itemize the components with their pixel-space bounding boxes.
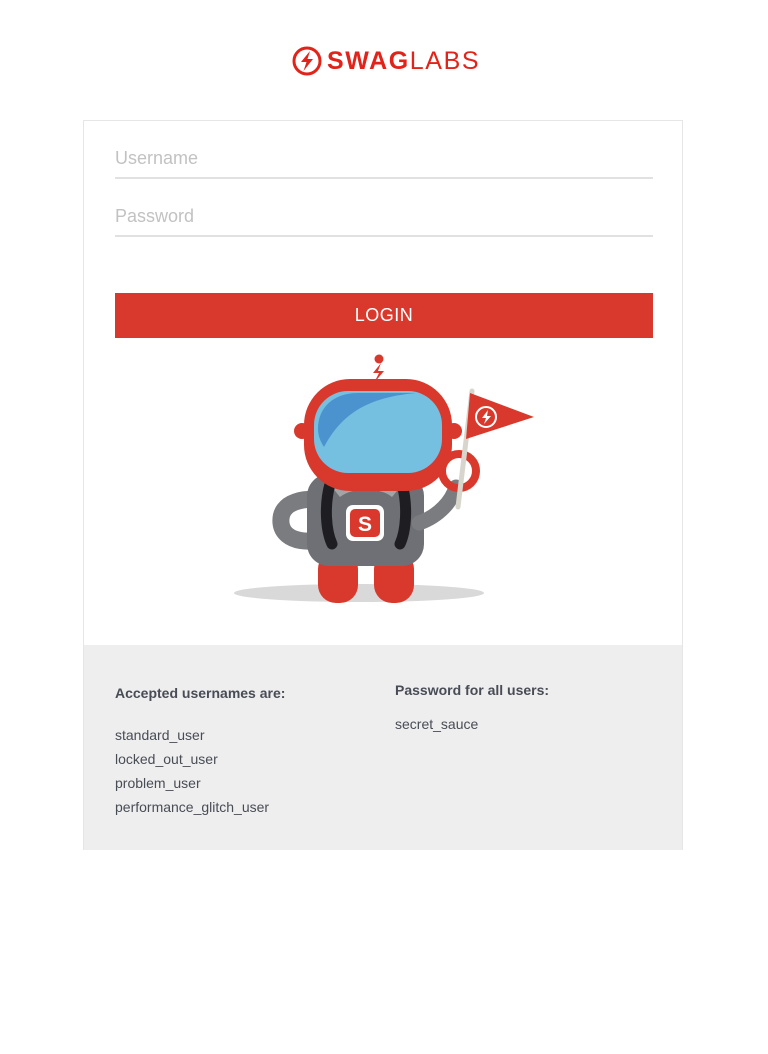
usernames-heading: Accepted usernames are: xyxy=(115,685,286,701)
login-button[interactable]: LOGIN xyxy=(115,293,653,338)
svg-text:S: S xyxy=(358,513,372,536)
swag-labs-logo-icon xyxy=(292,46,322,76)
mascot-antenna-tip xyxy=(374,354,384,364)
app-logo: SWAGLABS xyxy=(292,44,480,78)
app-title-primary: SWAG xyxy=(327,47,410,75)
header: SWAGLABS xyxy=(0,0,768,120)
login-card: LOGIN S Accept xyxy=(83,120,683,850)
username-item: problem_user xyxy=(115,775,201,791)
mascot-backpack-strap-right xyxy=(394,478,412,550)
username-input[interactable] xyxy=(115,139,653,179)
password-item: secret_sauce xyxy=(395,716,479,732)
username-item: performance_glitch_user xyxy=(115,799,270,815)
username-item: locked_out_user xyxy=(115,751,218,767)
mascot-shadow xyxy=(234,584,484,602)
app-title-secondary: LABS xyxy=(409,47,481,75)
app-title: SWAGLABS xyxy=(327,46,480,76)
username-item: standard_user xyxy=(115,727,205,743)
password-heading: Password for all users: xyxy=(395,682,550,698)
usernames-list: standard_user locked_out_user problem_us… xyxy=(115,727,269,823)
password-input[interactable] xyxy=(115,197,653,237)
mascot-backpack-strap-left xyxy=(320,478,338,550)
robot-mascot-illustration: S xyxy=(234,354,534,603)
mascot-right-arm xyxy=(411,479,464,531)
credentials-panel: Accepted usernames are: standard_user lo… xyxy=(84,645,682,850)
passwords-list: secret_sauce xyxy=(395,716,478,740)
